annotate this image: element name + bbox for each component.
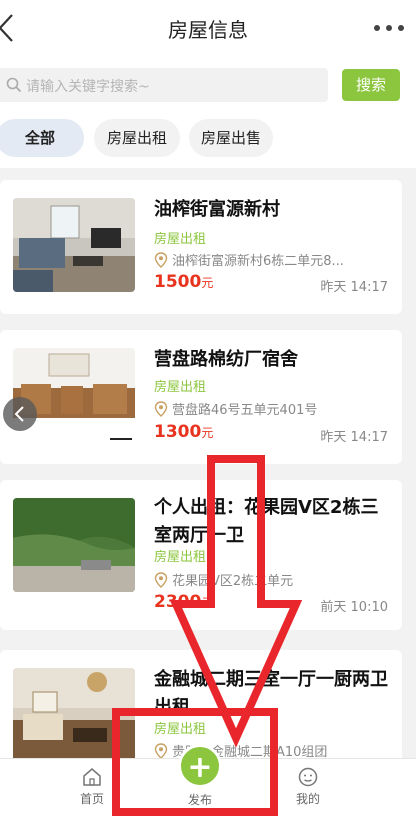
listing-card[interactable]: 油榨街富源新村 房屋出租 油榨街富源新村6栋二单元8... 1500元 昨天 1… — [0, 180, 402, 314]
listing-time: 昨天 14:17 — [320, 280, 388, 295]
profile-icon — [298, 767, 318, 787]
listing-photo — [13, 198, 135, 292]
listing-title: 金融城二期三室一厅一厨两卫出租 — [154, 669, 388, 718]
filter-tabs: 全部 房屋出租 房屋出售 — [0, 112, 416, 168]
carousel-indicator — [110, 438, 132, 440]
listing-title: 营盘路棉纺厂宿舍 — [154, 349, 298, 370]
search-bar: 请输入关键字搜索~ 搜索 — [0, 56, 416, 112]
page-title: 房屋信息 — [168, 18, 248, 42]
tab-mine[interactable]: 我的 — [278, 767, 338, 807]
listing-type: 房屋出租 — [154, 550, 207, 565]
listing-type: 房屋出租 — [154, 380, 207, 395]
listing-price: 2300元 — [154, 592, 214, 612]
filter-rent[interactable]: 房屋出租 — [94, 119, 180, 157]
publish-button[interactable]: + — [178, 744, 222, 788]
location-pin-icon — [154, 742, 168, 759]
listing-time: 前天 10:10 — [320, 600, 388, 615]
search-input[interactable]: 请输入关键字搜索~ — [0, 68, 328, 102]
listing-address-text: 花果园V区2栋二单元 — [172, 574, 294, 589]
listing-address-text: 营盘路46号五单元401号 — [172, 403, 318, 418]
tab-mine-label: 我的 — [295, 792, 320, 806]
listing-photo — [13, 348, 135, 442]
filter-all[interactable]: 全部 — [0, 119, 84, 157]
listing-photo — [13, 498, 135, 592]
listing-type: 房屋出租 — [154, 722, 207, 737]
listing-address: 油榨街富源新村6栋二单元8... — [154, 250, 344, 269]
more-options-icon[interactable] — [374, 18, 404, 38]
home-icon — [83, 768, 101, 786]
search-icon — [6, 77, 22, 93]
listing-title: 油榨街富源新村 — [154, 199, 280, 220]
tab-publish-label: 发布 — [187, 793, 212, 807]
listing-photo — [13, 668, 135, 762]
location-pin-icon — [154, 571, 168, 588]
listing-price: 1500元 — [154, 272, 214, 292]
tab-home-label: 首页 — [79, 792, 104, 806]
listing-price: 1300元 — [154, 422, 214, 442]
tab-home[interactable]: 首页 — [62, 767, 122, 807]
listing-address: 花果园V区2栋二单元 — [154, 570, 293, 589]
header: 房屋信息 — [0, 0, 416, 56]
location-pin-icon — [154, 400, 168, 417]
listing-time: 昨天 14:17 — [320, 430, 388, 445]
location-pin-icon — [154, 251, 168, 268]
listing-title: 个人出租：花果园V区2栋三室两厅一卫 — [154, 497, 379, 546]
listing-type: 房屋出租 — [154, 232, 207, 247]
carousel-prev-icon[interactable] — [3, 397, 37, 431]
listing-card[interactable]: 营盘路棉纺厂宿舍 房屋出租 营盘路46号五单元401号 1300元 昨天 14:… — [0, 330, 402, 464]
search-button[interactable]: 搜索 — [342, 69, 400, 101]
listing-address-text: 油榨街富源新村6栋二单元8... — [172, 254, 344, 269]
listing-card[interactable]: 个人出租：花果园V区2栋三室两厅一卫 房屋出租 花果园V区2栋二单元 2300元… — [0, 480, 402, 630]
filter-sale[interactable]: 房屋出售 — [189, 119, 273, 157]
search-placeholder: 请输入关键字搜索~ — [26, 79, 150, 95]
listing-address: 营盘路46号五单元401号 — [154, 399, 317, 418]
